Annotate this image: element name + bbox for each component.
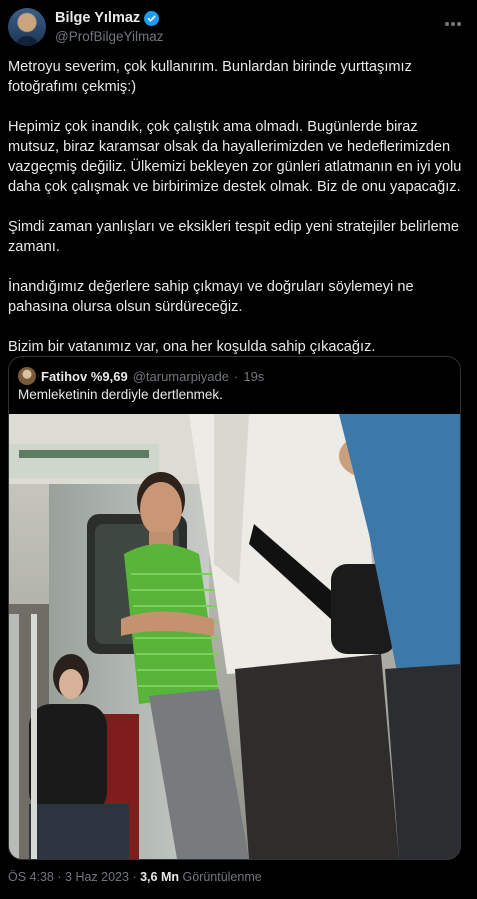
author-name[interactable]: Bilge Yılmaz — [55, 10, 140, 26]
tweet-text: Metroyu severim, çok kullanırım. Bunlard… — [8, 57, 469, 357]
author-name-row: Bilge Yılmaz — [55, 10, 160, 26]
post-time[interactable]: ÖS 4:38 — [8, 870, 54, 884]
quoted-author-avatar[interactable] — [18, 367, 36, 385]
quoted-tweet[interactable]: Fatihov %9,69 @tarumarpiyade · 19s Memle… — [8, 356, 461, 860]
tweet-paragraph: Şimdi zaman yanlışları ve eksikleri tesp… — [8, 219, 459, 255]
views-count: 3,6 Mn — [140, 870, 179, 884]
tweet-paragraph: Hepimiz çok inandık, çok çalıştık ama ol… — [8, 119, 462, 195]
tweet-paragraph: İnandığımız değerlere sahip çıkmayı ve d… — [8, 279, 414, 315]
footer-separator: · — [57, 870, 62, 884]
author-handle[interactable]: @ProfBilgeYilmaz — [55, 29, 164, 44]
tweet-footer: ÖS 4:38 · 3 Haz 2023 · 3,6 Mn Görüntülen… — [8, 870, 262, 884]
verified-badge-icon — [144, 10, 160, 26]
footer-separator: · — [132, 870, 137, 884]
author-avatar[interactable] — [8, 8, 46, 46]
subway-photo[interactable] — [9, 414, 460, 859]
quoted-tweet-text: Memleketinin derdiyle dertlenmek. — [18, 387, 223, 402]
quoted-author-handle[interactable]: @tarumarpiyade — [133, 369, 229, 384]
quoted-separator: · — [234, 368, 239, 384]
post-date[interactable]: 3 Haz 2023 — [65, 870, 129, 884]
tweet-paragraph: Metroyu severim, çok kullanırım. Bunlard… — [8, 59, 412, 95]
views-label: Görüntülenme — [182, 870, 262, 884]
tweet-paragraph: Bizim bir vatanımız var, ona her koşulda… — [8, 339, 376, 355]
quoted-time[interactable]: 19s — [243, 369, 264, 384]
tweet-header: Bilge Yılmaz @ProfBilgeYilmaz — [8, 8, 469, 48]
quoted-author-name[interactable]: Fatihov %9,69 — [41, 369, 128, 384]
more-options-icon[interactable] — [441, 12, 465, 36]
quoted-tweet-header: Fatihov %9,69 @tarumarpiyade · 19s — [18, 367, 264, 385]
